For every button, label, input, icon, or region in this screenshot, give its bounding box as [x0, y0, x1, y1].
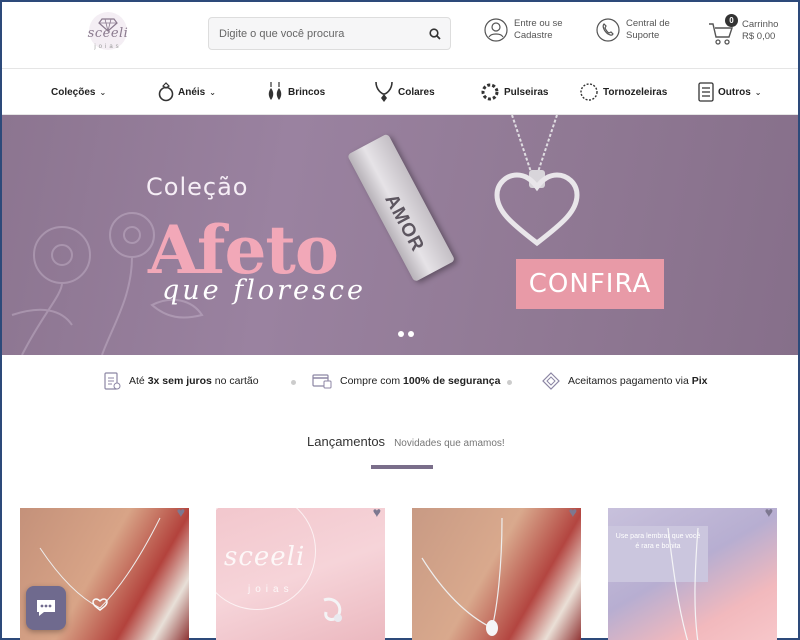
chat-button[interactable]	[26, 586, 66, 630]
banner-subtitle: que floresce	[162, 275, 366, 306]
necklace-icon	[375, 81, 393, 102]
search-input[interactable]	[209, 18, 420, 49]
section-header: Lançamentos Novidades que amamos!	[307, 434, 505, 449]
banner-line-1: Coleção	[146, 173, 249, 201]
brand-logo[interactable]: sceeli joias	[74, 12, 142, 56]
package-brand-text: sceeli	[224, 542, 306, 572]
site-header: sceeli joias Entre ou se Cadastre Centra…	[2, 2, 798, 68]
ring-icon	[158, 82, 174, 102]
support-link[interactable]: Central de Suporte	[596, 18, 670, 42]
earring-product-image	[323, 597, 342, 622]
bracelet-icon	[481, 83, 499, 101]
divider-dot	[291, 380, 296, 385]
nav-item-brincos[interactable]: Brincos	[266, 69, 325, 115]
phone-icon	[596, 18, 620, 42]
favorite-heart-icon[interactable]: ♥	[765, 508, 773, 520]
necklace-product-image	[421, 517, 503, 636]
chain-product-image	[667, 527, 699, 640]
heart-pendant-image	[494, 115, 580, 247]
login-text: Entre ou se Cadastre	[514, 18, 563, 42]
cart-text: Carrinho R$ 0,00	[742, 19, 778, 43]
carousel-dot[interactable]	[408, 331, 414, 337]
list-icon	[698, 82, 714, 102]
anklet-icon	[580, 83, 598, 101]
carousel-dots	[398, 331, 414, 337]
benefit-installments: Até 3x sem juros no cartão	[103, 372, 259, 390]
login-line-2: Cadastre	[514, 30, 553, 41]
pix-icon	[542, 372, 560, 390]
brand-subtitle: joias	[94, 44, 122, 50]
login-link[interactable]: Entre ou se Cadastre	[484, 18, 563, 42]
hero-banner[interactable]: Coleção Afeto que floresce AMOR CONFIRA	[2, 115, 798, 355]
nav-label: Anéis	[178, 86, 206, 98]
login-line-1: Entre ou se	[514, 18, 563, 29]
search-bar	[208, 17, 451, 50]
nav-item-aneis[interactable]: Anéis ⌄	[158, 69, 216, 115]
chevron-down-icon: ⌄	[754, 87, 762, 97]
nav-item-colares[interactable]: Colares	[374, 69, 435, 115]
favorite-heart-icon[interactable]: ♥	[177, 508, 185, 520]
cart-total: R$ 0,00	[742, 31, 776, 42]
benefit-pix: Aceitamos pagamento via Pix	[542, 372, 708, 390]
pendant-tag-text: AMOR	[380, 190, 429, 256]
secure-card-icon	[312, 374, 332, 389]
chevron-down-icon: ⌄	[209, 87, 216, 97]
cart-label: Carrinho	[742, 19, 779, 30]
support-text: Central de Suporte	[626, 18, 670, 42]
nav-label: Colares	[398, 86, 435, 98]
nav-item-colecoes[interactable]: Coleções ⌄	[51, 69, 106, 115]
cart-icon-wrap: 0	[708, 14, 738, 46]
nav-label: Coleções	[51, 86, 96, 98]
main-navigation: Coleções ⌄ Anéis ⌄ Brincos Colares Pulse…	[2, 68, 798, 115]
search-icon	[429, 27, 441, 40]
benefits-strip: Até 3x sem juros no cartão Compre com 10…	[2, 355, 798, 409]
chat-icon	[37, 600, 55, 616]
search-button[interactable]	[420, 18, 450, 49]
nav-label: Outros	[718, 86, 751, 98]
benefit-text: Aceitamos pagamento via Pix	[568, 375, 708, 387]
chevron-down-icon: ⌄	[99, 87, 107, 97]
section-subtitle: Novidades que amamos!	[394, 438, 505, 449]
cart-link[interactable]: 0 Carrinho R$ 0,00	[708, 14, 778, 46]
divider-dot	[507, 380, 512, 385]
section-underline	[371, 465, 433, 469]
nav-item-tornozeleiras[interactable]: Tornozeleiras	[579, 69, 667, 115]
benefit-security: Compre com 100% de segurança	[312, 372, 500, 390]
package-sub-text: joias	[248, 584, 294, 595]
support-line-2: Suporte	[626, 30, 660, 41]
support-line-1: Central de	[626, 18, 670, 29]
product-card[interactable]: ♥	[412, 508, 581, 640]
nav-label: Tornozeleiras	[603, 86, 668, 98]
confira-button[interactable]: CONFIRA	[516, 259, 664, 309]
favorite-heart-icon[interactable]: ♥	[373, 508, 381, 520]
benefit-text: Até 3x sem juros no cartão	[129, 375, 259, 387]
invoice-icon	[104, 372, 121, 390]
earrings-icon	[268, 82, 282, 100]
brand-name: sceeli	[87, 26, 129, 41]
product-card[interactable]: Use para lembrar que você é rara e bonit…	[608, 508, 777, 640]
favorite-heart-icon[interactable]: ♥	[569, 508, 577, 520]
nav-item-pulseiras[interactable]: Pulseiras	[480, 69, 548, 115]
carousel-dot[interactable]	[398, 331, 404, 337]
product-card[interactable]: sceeli joias ♥	[216, 508, 385, 640]
pendant-tag-image: AMOR	[347, 133, 456, 283]
benefit-text: Compre com 100% de segurança	[340, 375, 501, 387]
nav-label: Pulseiras	[504, 86, 549, 98]
section-title: Lançamentos	[307, 434, 386, 449]
cart-count-badge: 0	[725, 14, 738, 27]
nav-label: Brincos	[288, 86, 326, 98]
nav-item-outros[interactable]: Outros ⌄	[698, 69, 761, 115]
user-icon	[484, 18, 508, 42]
